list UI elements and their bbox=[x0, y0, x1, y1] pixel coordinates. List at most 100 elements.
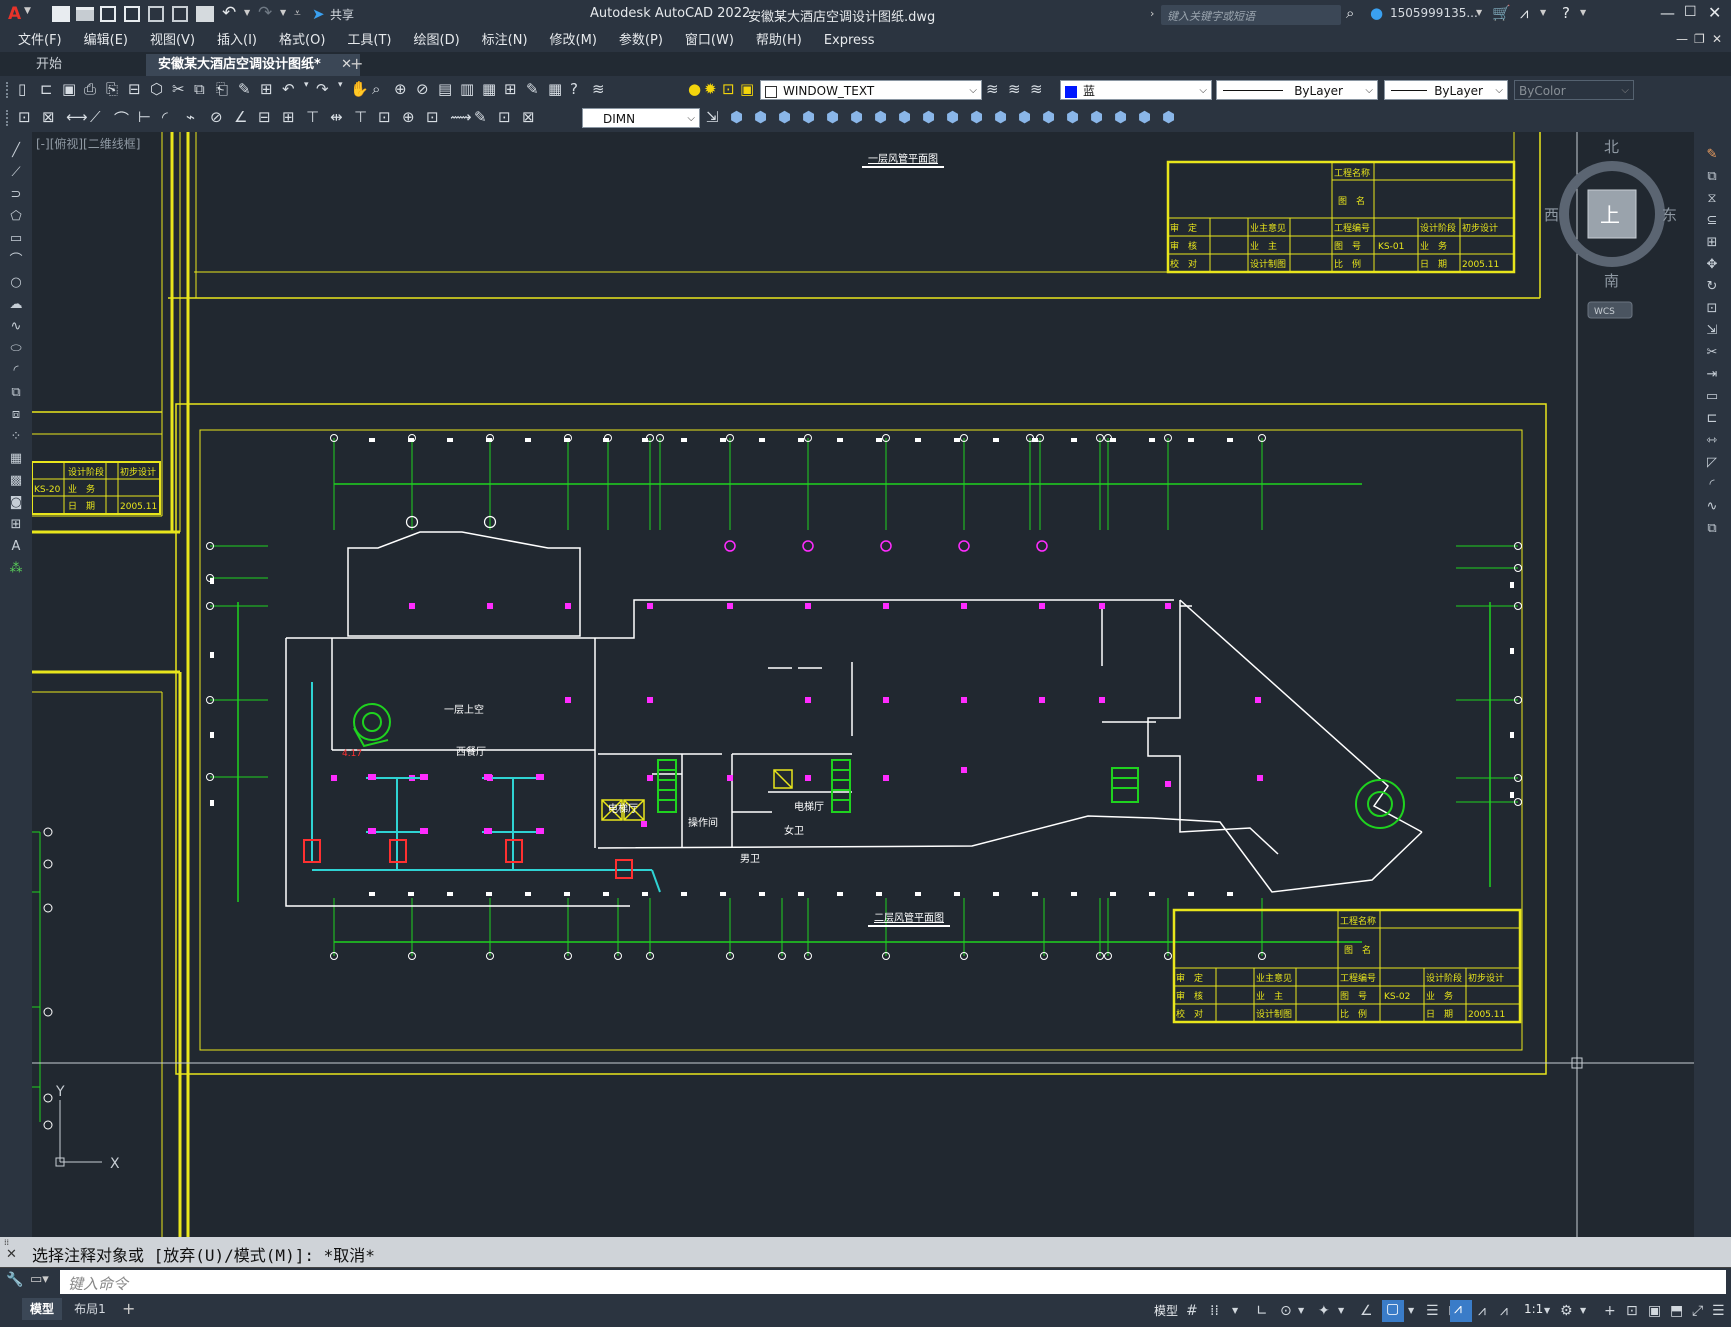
qnew-icon[interactable]: ▯ bbox=[18, 80, 26, 98]
a360-dropdown-icon[interactable]: ▼ bbox=[1540, 8, 1546, 17]
dimstyle-update-icon[interactable]: ⊠ bbox=[522, 108, 535, 126]
qdim-icon[interactable]: ⊟ bbox=[258, 108, 271, 126]
annotation-scale-icon[interactable]: ⩘ bbox=[1500, 1302, 1508, 1320]
extend-icon[interactable]: ⇥ bbox=[1702, 366, 1722, 384]
tab-document[interactable]: 安徽某大酒店空调设计图纸* ✕ bbox=[146, 54, 360, 76]
3d-mesh-icon[interactable]: ⬢ bbox=[1162, 108, 1175, 126]
arc-icon[interactable]: ⌒ bbox=[6, 252, 26, 270]
mirror-icon[interactable]: ⧖ bbox=[1702, 190, 1722, 208]
menu-item-10[interactable]: 窗口(W) bbox=[685, 30, 734, 52]
viewcube-top-label[interactable]: 上 bbox=[1600, 203, 1620, 227]
ellipse-icon[interactable]: ⬭ bbox=[6, 340, 26, 358]
recent-commands-icon[interactable]: ▭▾ bbox=[30, 1272, 49, 1287]
zoom-previous-icon[interactable]: ⊘ bbox=[416, 80, 429, 98]
table-icon[interactable]: ⊞ bbox=[6, 516, 26, 534]
layer-bulb-icon[interactable]: ● bbox=[688, 80, 701, 98]
doc-restore-icon[interactable]: ❐ bbox=[1694, 32, 1705, 46]
snap-icon[interactable]: ⁞⁞ bbox=[1210, 1302, 1219, 1320]
open-icon[interactable]: ⊏ bbox=[40, 80, 53, 98]
array-icon[interactable]: ⊞ bbox=[1702, 234, 1722, 252]
toolbar-grip[interactable] bbox=[6, 110, 12, 126]
user-name[interactable]: 1505999135... bbox=[1390, 6, 1478, 20]
help-icon[interactable]: ? bbox=[570, 80, 578, 98]
join-icon[interactable]: ⇿ bbox=[1702, 432, 1722, 450]
save-as-icon[interactable] bbox=[124, 6, 140, 22]
osnap-active-button[interactable]: ▢ bbox=[1382, 1300, 1404, 1322]
new-tab-icon[interactable]: + bbox=[350, 54, 363, 73]
menu-item-9[interactable]: 参数(P) bbox=[619, 30, 663, 52]
redo-icon[interactable]: ↷ bbox=[258, 3, 272, 23]
drawing-svg[interactable]: 设计阶段 初步设计 KS-20 业 务 日 期 2005.11 [-][俯视][… bbox=[32, 132, 1694, 1237]
sheet-set-icon[interactable]: ⊞ bbox=[504, 80, 517, 98]
save-web-icon[interactable] bbox=[172, 6, 188, 22]
viewport-controls[interactable]: [-][俯视][二维线框] bbox=[36, 136, 140, 151]
tool-palettes-icon[interactable]: ▦ bbox=[482, 80, 496, 98]
viewcube-south-label[interactable]: 南 bbox=[1604, 272, 1619, 290]
app-menu-arrow-icon[interactable]: ▼ bbox=[24, 6, 31, 16]
viewcube-north-label[interactable]: 北 bbox=[1604, 138, 1619, 156]
model-space-toggle[interactable]: 模型 bbox=[1154, 1302, 1178, 1319]
workspace-dropdown-icon[interactable]: ▼ bbox=[1580, 1302, 1586, 1320]
add-layout-icon[interactable]: + bbox=[122, 1299, 135, 1318]
polar-icon[interactable]: ⊙ bbox=[1280, 1302, 1292, 1320]
ortho-icon[interactable]: ∟ bbox=[1256, 1302, 1268, 1320]
scale-dropdown-icon[interactable]: ▼ bbox=[1544, 1302, 1550, 1320]
lineweight-dropdown[interactable]: ByLayer ⌵ bbox=[1384, 80, 1508, 100]
dimbaseline-icon[interactable]: ⊞ bbox=[282, 108, 295, 126]
arc-polyline-icon[interactable]: ⊃ bbox=[6, 186, 26, 204]
3d-print-icon[interactable]: ⬡ bbox=[150, 80, 163, 98]
menu-item-1[interactable]: 编辑(E) bbox=[84, 30, 128, 52]
open-file-icon[interactable] bbox=[76, 7, 94, 21]
hatch-icon[interactable]: ▦ bbox=[6, 450, 26, 468]
plotstyle-dropdown[interactable]: ByColor ⌵ bbox=[1514, 80, 1634, 100]
trim-icon[interactable]: ✂ bbox=[1702, 344, 1722, 362]
menu-item-4[interactable]: 格式(O) bbox=[279, 30, 325, 52]
paste-icon[interactable]: ⎗ bbox=[216, 80, 228, 98]
dimordinate-icon[interactable]: ⊢ bbox=[138, 108, 151, 126]
layer-properties-icon[interactable]: ≋ bbox=[986, 80, 999, 98]
3d-torus-icon[interactable]: ⬢ bbox=[874, 108, 887, 126]
3d-extrude-icon[interactable]: ⬢ bbox=[922, 108, 935, 126]
point-icon[interactable]: ⁘ bbox=[6, 428, 26, 446]
qselect-icon[interactable]: ⊠ bbox=[42, 108, 55, 126]
viewcube-west-label[interactable]: 西 bbox=[1544, 206, 1559, 224]
layer-previous-icon[interactable]: ≋ bbox=[1008, 80, 1021, 98]
3d-press-icon[interactable]: ⬢ bbox=[1090, 108, 1103, 126]
break-icon[interactable]: ⊏ bbox=[1702, 410, 1722, 428]
3d-sphere-icon[interactable]: ⬢ bbox=[826, 108, 839, 126]
properties-icon[interactable]: ▤ bbox=[438, 80, 452, 98]
explode-icon[interactable]: ⧉ bbox=[1702, 520, 1722, 538]
color-dropdown[interactable]: 蓝 ⌵ bbox=[1060, 80, 1212, 100]
menu-item-12[interactable]: Express bbox=[824, 30, 875, 52]
break-point-icon[interactable]: ▭ bbox=[1702, 388, 1722, 406]
polar-dropdown-icon[interactable]: ▼ bbox=[1298, 1302, 1304, 1320]
3d-box-icon[interactable]: ⬢ bbox=[754, 108, 767, 126]
viewcube-east-label[interactable]: 东 bbox=[1662, 206, 1677, 224]
share-icon[interactable]: ➤ bbox=[312, 5, 325, 23]
grid-icon[interactable]: # bbox=[1186, 1302, 1198, 1320]
design-center-icon[interactable]: ▥ bbox=[460, 80, 474, 98]
3d-wedge-icon[interactable]: ⬢ bbox=[778, 108, 791, 126]
undo-drop-icon[interactable]: ▾ bbox=[304, 80, 309, 90]
fillet-icon[interactable]: ◜ bbox=[1702, 476, 1722, 494]
copy-clip-icon[interactable]: ⬢ bbox=[730, 108, 743, 126]
units-icon[interactable]: ⊡ bbox=[1626, 1302, 1638, 1320]
menu-item-5[interactable]: 工具(T) bbox=[347, 30, 391, 52]
block-editor-icon[interactable]: ⊞ bbox=[260, 80, 273, 98]
3d-revolve-icon[interactable]: ⬢ bbox=[946, 108, 959, 126]
menu-item-6[interactable]: 绘图(D) bbox=[414, 30, 460, 52]
3d-loft-icon[interactable]: ⬢ bbox=[994, 108, 1007, 126]
dimlinear-icon[interactable]: ⟷ bbox=[66, 108, 88, 126]
help-dropdown-icon[interactable]: ▼ bbox=[1580, 8, 1586, 17]
layer-lock-icon[interactable]: ⊡ bbox=[722, 80, 735, 98]
plot-preview-icon[interactable]: ⎘ bbox=[106, 80, 118, 98]
scale-icon[interactable]: ⊡ bbox=[1702, 300, 1722, 318]
menu-item-0[interactable]: 文件(F) bbox=[18, 30, 62, 52]
mtext-icon[interactable]: A bbox=[6, 538, 26, 556]
osnap-tracking-icon[interactable]: ✦ bbox=[1318, 1302, 1330, 1320]
menu-item-11[interactable]: 帮助(H) bbox=[756, 30, 802, 52]
3d-subtract-icon[interactable]: ⬢ bbox=[1042, 108, 1055, 126]
hardware-acceleration-icon[interactable]: ⬒ bbox=[1670, 1302, 1683, 1320]
insert-block-icon[interactable]: ⧉ bbox=[6, 384, 26, 402]
offset-icon[interactable]: ⊆ bbox=[1702, 212, 1722, 230]
